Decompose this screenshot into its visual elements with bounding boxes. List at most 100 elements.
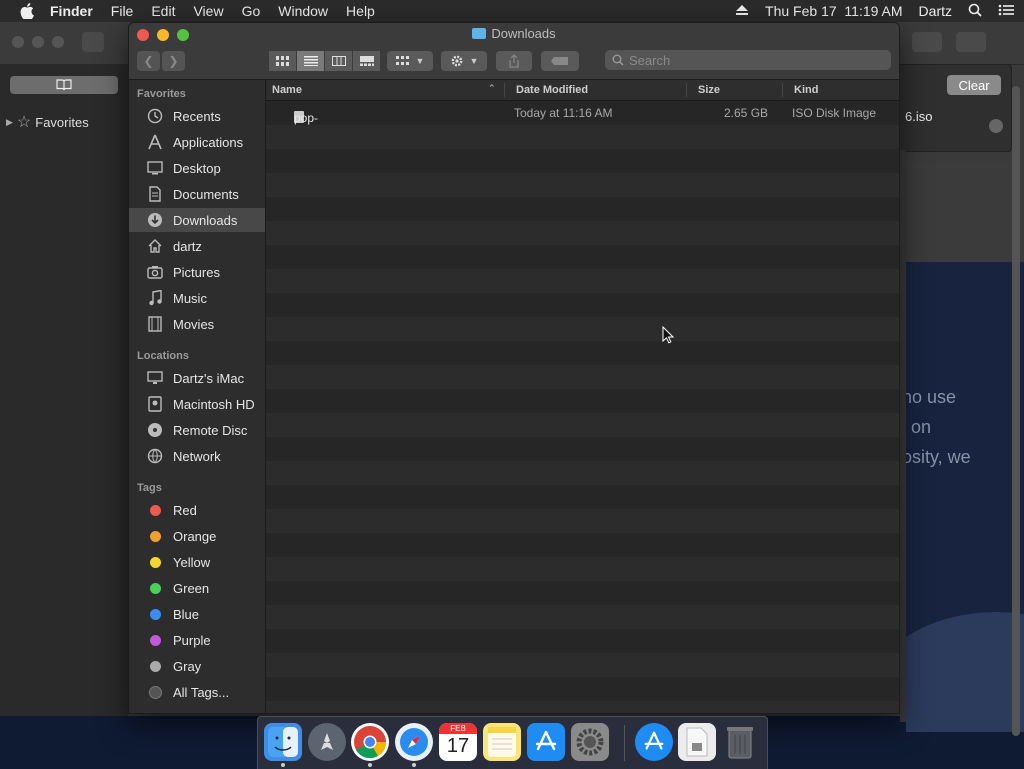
group-icon (395, 56, 409, 65)
sidebar-item-label: Dartz's iMac (173, 370, 245, 386)
chrome-icon[interactable] (351, 723, 389, 767)
disk-image-icon[interactable] (678, 723, 716, 761)
menu-go[interactable]: Go (242, 3, 261, 19)
column-header-name[interactable]: Name (272, 84, 302, 96)
sidebar-item-recents[interactable]: Recents (129, 104, 265, 128)
list-view-button[interactable] (297, 51, 324, 71)
reveal-in-finder-icon[interactable] (989, 119, 1003, 133)
sidebar-item-label: All Tags... (173, 684, 230, 700)
empty-row (266, 509, 899, 533)
sidebar-item-dartz[interactable]: dartz (129, 234, 265, 258)
menu-edit[interactable]: Edit (151, 3, 175, 19)
background-scrollbar[interactable] (1012, 86, 1020, 736)
notes-icon[interactable] (483, 723, 521, 761)
list-header: Name ⌃ Date Modified Size Kind (266, 80, 899, 101)
finder-toolbar: Downloads ❮ ❯ ▼ ▼ (129, 23, 899, 80)
group-by-button[interactable]: ▼ (387, 51, 433, 71)
sidebar-tag-yellow[interactable]: Yellow (129, 550, 265, 574)
sidebar-item-music[interactable]: Music (129, 286, 265, 310)
tabs-icon[interactable] (956, 32, 986, 52)
menu-window[interactable]: Window (278, 3, 328, 19)
desktop-icon (145, 160, 165, 176)
sidebar-tag-orange[interactable]: Orange (129, 524, 265, 548)
download-file-name[interactable]: 6.iso (905, 109, 932, 124)
finder-icon[interactable] (264, 723, 302, 767)
empty-row (266, 365, 899, 389)
empty-row (266, 701, 899, 713)
sidebar-tag-purple[interactable]: Purple (129, 628, 265, 652)
sidebar-item-movies[interactable]: Movies (129, 312, 265, 336)
sidebar-item-imac[interactable]: Dartz's iMac (129, 366, 265, 390)
trash-icon[interactable] (721, 723, 759, 761)
menu-help[interactable]: Help (346, 3, 375, 19)
file-date: Today at 11:16 AM (514, 106, 613, 120)
sidebar-item-label: Remote Disc (173, 422, 248, 438)
window-title-text: Downloads (491, 26, 556, 41)
column-header-kind[interactable]: Kind (794, 84, 818, 96)
sidebar-item-label: Network (173, 448, 221, 464)
eject-icon[interactable] (735, 3, 749, 19)
spotlight-icon[interactable] (968, 3, 982, 20)
sidebar-item-macintosh-hd[interactable]: Macintosh HD (129, 392, 265, 416)
sidebar-item-documents[interactable]: Documents (129, 182, 265, 206)
launchpad-icon[interactable] (308, 723, 346, 761)
column-header-size[interactable]: Size (698, 84, 720, 96)
menu-file[interactable]: File (111, 3, 134, 19)
forward-button[interactable]: ❯ (162, 51, 185, 71)
empty-row (266, 197, 899, 221)
system-preferences-icon[interactable] (571, 723, 609, 761)
empty-row (266, 677, 899, 701)
disclosure-triangle-icon[interactable]: ▶ (6, 117, 13, 128)
share-icon[interactable] (912, 32, 942, 52)
column-view-button[interactable] (325, 51, 352, 71)
sidebar-tag-green[interactable]: Green (129, 576, 265, 600)
table-row[interactable]: pop-os_21.10_amd64_intel_6.iso Today at … (266, 101, 899, 139)
finder-window: Downloads ❮ ❯ ▼ ▼ Search Favorites Recen… (128, 22, 900, 714)
menu-clock[interactable]: Thu Feb 17 11:19 AM (765, 3, 903, 19)
sidebar-item-label: Applications (173, 134, 244, 150)
share-button[interactable] (496, 51, 532, 71)
action-button[interactable]: ▼ (441, 51, 487, 71)
tag-green-dot (149, 582, 161, 594)
app-store-icon[interactable] (527, 723, 565, 761)
sidebar-item-downloads[interactable]: Downloads (129, 208, 265, 232)
sidebar-tag-blue[interactable]: Blue (129, 602, 265, 626)
sidebar-all-tags[interactable]: All Tags... (129, 680, 265, 704)
dock-separator (624, 725, 625, 761)
columns-icon (331, 56, 346, 66)
empty-row (266, 581, 899, 605)
edit-tags-button[interactable] (541, 51, 579, 71)
empty-row (266, 485, 899, 509)
notification-center-icon[interactable] (998, 3, 1014, 19)
sidebar-tag-red[interactable]: Red (129, 498, 265, 522)
sidebar-item-pictures[interactable]: Pictures (129, 260, 265, 284)
icon-view-button[interactable] (269, 51, 296, 71)
apple-icon[interactable] (18, 3, 36, 19)
back-button[interactable]: ❮ (137, 51, 160, 71)
app-store-download-icon[interactable] (635, 723, 673, 761)
safari-icon[interactable] (395, 723, 433, 767)
sidebar-item-desktop[interactable]: Desktop (129, 156, 265, 180)
gallery-icon (359, 56, 374, 66)
sidebar-item-label: Red (173, 502, 197, 518)
empty-row (266, 293, 899, 317)
gallery-view-button[interactable] (353, 51, 380, 71)
bookmarks-tab-button[interactable] (10, 76, 118, 94)
menu-bar: Finder File Edit View Go Window Help Thu… (0, 0, 1024, 22)
background-sidebar-favorites[interactable]: ▶ ☆ Favorites (6, 112, 89, 132)
calendar-icon[interactable]: FEB 17 (439, 723, 477, 761)
search-field[interactable] (605, 50, 891, 70)
sidebar-tag-gray[interactable]: Gray (129, 654, 265, 678)
sidebar-item-applications[interactable]: Applications (129, 130, 265, 154)
empty-row (266, 269, 899, 293)
search-input[interactable] (627, 51, 881, 69)
sidebar-item-network[interactable]: Network (129, 444, 265, 468)
file-list: Name ⌃ Date Modified Size Kind pop-os_21… (266, 80, 899, 713)
background-back-button[interactable] (82, 32, 104, 52)
menu-user[interactable]: Dartz (919, 3, 952, 19)
menu-view[interactable]: View (193, 3, 223, 19)
menu-finder[interactable]: Finder (50, 3, 93, 19)
sidebar-item-remote-disc[interactable]: Remote Disc (129, 418, 265, 442)
column-header-date[interactable]: Date Modified (516, 84, 588, 96)
clear-downloads-button[interactable]: Clear (947, 75, 1001, 95)
